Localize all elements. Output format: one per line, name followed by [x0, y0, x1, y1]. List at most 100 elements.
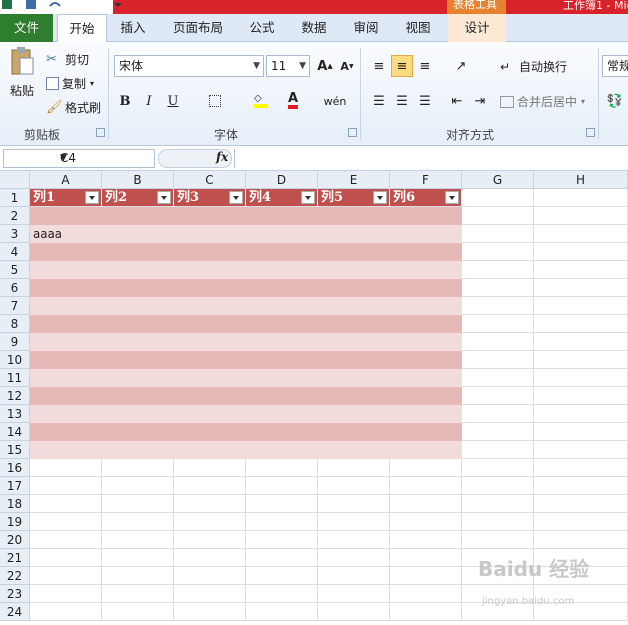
cell-g10[interactable]	[462, 351, 534, 369]
cell-a10[interactable]	[30, 351, 102, 369]
cell-f18[interactable]	[390, 495, 462, 513]
alignment-launcher-icon[interactable]	[586, 128, 595, 137]
decrease-indent-icon[interactable]: ⇤	[446, 90, 468, 112]
cell-b4[interactable]	[102, 243, 174, 261]
cell-a13[interactable]	[30, 405, 102, 423]
row-header-24[interactable]: 24	[0, 603, 30, 621]
cell-b17[interactable]	[102, 477, 174, 495]
cell-d9[interactable]	[246, 333, 318, 351]
cell-d6[interactable]	[246, 279, 318, 297]
cell-g15[interactable]	[462, 441, 534, 459]
cell-a15[interactable]	[30, 441, 102, 459]
row-header-15[interactable]: 15	[0, 441, 30, 459]
cell-c19[interactable]	[174, 513, 246, 531]
cell-g18[interactable]	[462, 495, 534, 513]
row-header-11[interactable]: 11	[0, 369, 30, 387]
fill-color-icon[interactable]: ◇	[250, 90, 272, 112]
cell-a8[interactable]	[30, 315, 102, 333]
cell-c14[interactable]	[174, 423, 246, 441]
row-header-20[interactable]: 20	[0, 531, 30, 549]
cell-a11[interactable]	[30, 369, 102, 387]
table-header-cell[interactable]: 列3	[174, 189, 246, 207]
column-header-a[interactable]: A	[30, 171, 102, 189]
cell-b7[interactable]	[102, 297, 174, 315]
cell-f6[interactable]	[390, 279, 462, 297]
filter-dropdown-icon[interactable]	[85, 191, 99, 204]
filter-dropdown-icon[interactable]	[157, 191, 171, 204]
tab-formulas[interactable]: 公式	[240, 14, 284, 42]
cell-a19[interactable]	[30, 513, 102, 531]
cell-f4[interactable]	[390, 243, 462, 261]
cell-a23[interactable]	[30, 585, 102, 603]
cell-h8[interactable]	[534, 315, 628, 333]
row-header-7[interactable]: 7	[0, 297, 30, 315]
cell-g8[interactable]	[462, 315, 534, 333]
copy-button[interactable]: 复制 ▾	[46, 75, 94, 92]
cell-b14[interactable]	[102, 423, 174, 441]
cell-h7[interactable]	[534, 297, 628, 315]
cell-g3[interactable]	[462, 225, 534, 243]
cell-b22[interactable]	[102, 567, 174, 585]
cell-h19[interactable]	[534, 513, 628, 531]
cell-g17[interactable]	[462, 477, 534, 495]
name-box[interactable]: C4 ▼	[3, 149, 155, 168]
cell-g11[interactable]	[462, 369, 534, 387]
cell-g19[interactable]	[462, 513, 534, 531]
row-header-12[interactable]: 12	[0, 387, 30, 405]
font-name-combo[interactable]: 宋体 ▼	[114, 55, 264, 77]
cell-e14[interactable]	[318, 423, 390, 441]
cell-e9[interactable]	[318, 333, 390, 351]
cell-b8[interactable]	[102, 315, 174, 333]
cell-d11[interactable]	[246, 369, 318, 387]
row-header-4[interactable]: 4	[0, 243, 30, 261]
cell-d19[interactable]	[246, 513, 318, 531]
cell-a21[interactable]	[30, 549, 102, 567]
cell-b11[interactable]	[102, 369, 174, 387]
column-header-d[interactable]: D	[246, 171, 318, 189]
cell-f8[interactable]	[390, 315, 462, 333]
cell-e10[interactable]	[318, 351, 390, 369]
cell-a20[interactable]	[30, 531, 102, 549]
cut-button[interactable]: ✂ 剪切	[46, 51, 89, 68]
borders-icon[interactable]	[204, 90, 226, 112]
cell-a18[interactable]	[30, 495, 102, 513]
number-format-combo[interactable]: 常规	[602, 55, 628, 77]
row-header-16[interactable]: 16	[0, 459, 30, 477]
cell-e3[interactable]	[318, 225, 390, 243]
cell-c5[interactable]	[174, 261, 246, 279]
clipboard-launcher-icon[interactable]	[96, 128, 105, 137]
row-header-1[interactable]: 1	[0, 189, 30, 207]
increase-indent-icon[interactable]: ⇥	[469, 90, 491, 112]
cell-e18[interactable]	[318, 495, 390, 513]
cell-d15[interactable]	[246, 441, 318, 459]
tab-file[interactable]: 文件	[0, 14, 53, 42]
cell-a6[interactable]	[30, 279, 102, 297]
cell-d23[interactable]	[246, 585, 318, 603]
filter-dropdown-icon[interactable]	[301, 191, 315, 204]
cell-f17[interactable]	[390, 477, 462, 495]
cell-c20[interactable]	[174, 531, 246, 549]
cell-b9[interactable]	[102, 333, 174, 351]
row-header-10[interactable]: 10	[0, 351, 30, 369]
align-top-icon[interactable]: ≡	[368, 55, 390, 77]
cell-b2[interactable]	[102, 207, 174, 225]
cell-h18[interactable]	[534, 495, 628, 513]
italic-button[interactable]: I	[138, 90, 160, 112]
cell-c11[interactable]	[174, 369, 246, 387]
tab-review[interactable]: 审阅	[344, 14, 388, 42]
cell-e4[interactable]	[318, 243, 390, 261]
row-header-19[interactable]: 19	[0, 513, 30, 531]
font-launcher-icon[interactable]	[348, 128, 357, 137]
column-header-h[interactable]: H	[534, 171, 628, 189]
tab-insert[interactable]: 插入	[111, 14, 155, 42]
row-header-2[interactable]: 2	[0, 207, 30, 225]
cell-b19[interactable]	[102, 513, 174, 531]
cell-c22[interactable]	[174, 567, 246, 585]
cell-d4[interactable]	[246, 243, 318, 261]
insert-function-icon[interactable]: fx	[216, 150, 228, 164]
column-header-g[interactable]: G	[462, 171, 534, 189]
cell-h13[interactable]	[534, 405, 628, 423]
cell-b13[interactable]	[102, 405, 174, 423]
cell-g12[interactable]	[462, 387, 534, 405]
cell-g4[interactable]	[462, 243, 534, 261]
